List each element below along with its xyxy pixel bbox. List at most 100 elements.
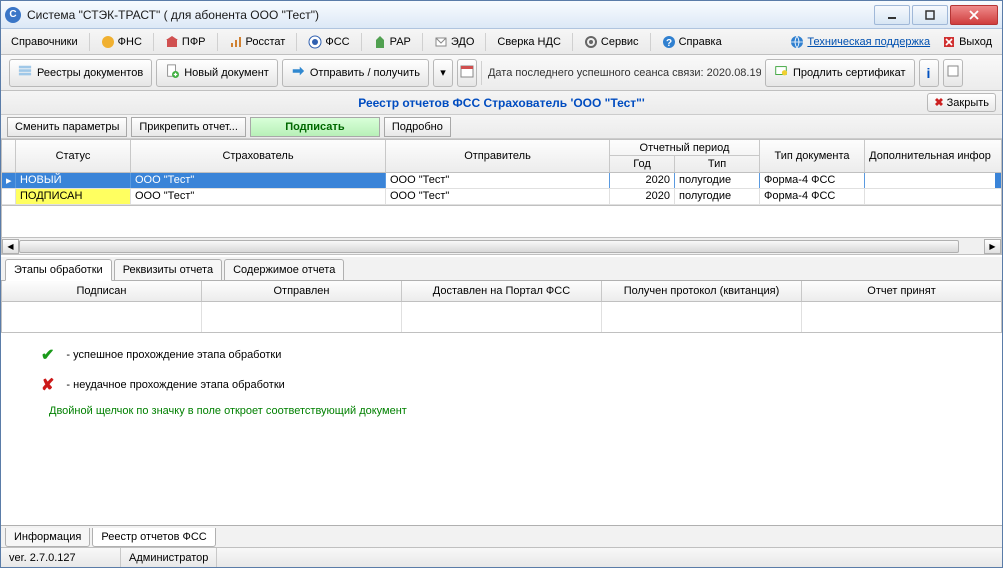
cell-doc: Форма-4 ФСС [760, 189, 865, 204]
new-doc-button[interactable]: Новый документ [156, 59, 278, 87]
info-button[interactable]: i [919, 59, 939, 87]
x-icon: ✘ [41, 375, 54, 395]
fss-icon [308, 35, 322, 49]
registry-button[interactable]: Реестры документов [9, 59, 152, 87]
prolong-cert-button[interactable]: Продлить сертификат [765, 59, 915, 87]
new-doc-icon [165, 64, 179, 81]
maximize-button[interactable] [912, 5, 948, 25]
options-button[interactable] [943, 59, 963, 87]
app-icon: C [5, 7, 21, 23]
cell-otpr: ООО "Тест" [386, 189, 610, 204]
cell-doc: Форма-4 ФСС [760, 173, 865, 188]
menu-tech-support[interactable]: Техническая поддержка [786, 33, 934, 51]
menu-pfr[interactable]: ПФР [161, 33, 210, 51]
rar-icon [373, 35, 387, 49]
col-strahovatel[interactable]: Страхователь [131, 140, 386, 172]
scroll-right-button[interactable]: ▶ [984, 239, 1001, 254]
last-session-info: Дата последнего успешного сеанса связи: … [481, 61, 761, 85]
send-receive-button[interactable]: Отправить / получить [282, 59, 429, 87]
window-close-button[interactable] [950, 5, 998, 25]
stage-cell[interactable] [802, 302, 1001, 332]
tab-rekvizity[interactable]: Реквизиты отчета [114, 259, 222, 280]
scroll-left-button[interactable]: ◀ [2, 239, 19, 254]
cell-god: 2020 [610, 189, 675, 204]
options-icon [946, 64, 960, 81]
svg-text:?: ? [666, 38, 672, 49]
down-arrow-button[interactable]: ▾ [433, 59, 453, 87]
cell-otpr: ООО "Тест" [386, 173, 610, 188]
stage-cell[interactable] [402, 302, 602, 332]
certificate-icon [774, 64, 788, 81]
col-otpravitel[interactable]: Отправитель [386, 140, 610, 172]
col-dop[interactable]: Дополнительная инфор [865, 140, 995, 172]
globe-icon [790, 35, 804, 49]
close-page-button[interactable]: ✖Закрыть [927, 93, 996, 112]
tab-etapy[interactable]: Этапы обработки [5, 259, 112, 281]
stage-cell[interactable] [602, 302, 802, 332]
toolbar: Реестры документов Новый документ Отправ… [1, 55, 1002, 91]
bottom-tabs: Информация Реестр отчетов ФСС [1, 525, 1002, 547]
stage-col-dostavlen: Доставлен на Портал ФСС [402, 281, 602, 301]
change-params-button[interactable]: Сменить параметры [7, 117, 127, 137]
table-row[interactable]: ПОДПИСАН ООО "Тест" ООО "Тест" 2020 полу… [2, 189, 1001, 205]
col-tip-doc[interactable]: Тип документа [760, 140, 865, 172]
menu-fns[interactable]: ФНС [97, 33, 146, 51]
stage-cell[interactable] [2, 302, 202, 332]
legend: ✔- успешное прохождение этапа обработки … [1, 333, 1002, 429]
rosstat-icon [229, 35, 243, 49]
stages-grid: Подписан Отправлен Доставлен на Портал Ф… [1, 281, 1002, 333]
close-icon: ✖ [934, 96, 943, 109]
menu-rosstat[interactable]: Росстат [225, 33, 290, 51]
menu-fss[interactable]: ФСС [304, 33, 353, 51]
stage-col-podpisan: Подписан [2, 281, 202, 301]
menu-servis[interactable]: Сервис [580, 33, 643, 51]
col-period[interactable]: Отчетный период [610, 140, 760, 156]
btab-registry[interactable]: Реестр отчетов ФСС [92, 528, 215, 547]
menu-edo[interactable]: ЭДО [430, 33, 479, 51]
table-row[interactable]: ▸ НОВЫЙ ООО "Тест" ООО "Тест" 2020 полуг… [2, 173, 1001, 189]
btab-info[interactable]: Информация [5, 528, 90, 547]
cell-tip: полугодие [675, 173, 760, 188]
menu-spravka[interactable]: ?Справка [658, 33, 726, 51]
menu-exit[interactable]: Выход [938, 33, 996, 51]
status-version: ver. 2.7.0.127 [1, 548, 121, 567]
grid-empty-area [1, 206, 1002, 238]
check-icon: ✔ [41, 345, 54, 365]
cell-status: НОВЫЙ [16, 173, 131, 188]
gear-icon [584, 35, 598, 49]
details-button[interactable]: Подробно [384, 117, 451, 137]
titlebar: C Система "СТЭК-ТРАСТ" ( для абонента ОО… [1, 1, 1002, 29]
calendar-button[interactable] [457, 59, 477, 87]
cell-god: 2020 [610, 173, 675, 188]
col-status[interactable]: Статус [16, 140, 131, 172]
cell-dop [865, 173, 995, 188]
sync-icon [291, 64, 305, 81]
actions-row: Сменить параметры Прикрепить отчет... По… [1, 115, 1002, 139]
list-icon [18, 64, 32, 81]
info-icon: i [927, 65, 931, 81]
scroll-thumb[interactable] [19, 240, 959, 253]
down-arrow-icon: ▾ [440, 66, 446, 79]
window-title: Система "СТЭК-ТРАСТ" ( для абонента ООО … [27, 8, 874, 22]
fns-icon [101, 35, 115, 49]
col-god[interactable]: Год [610, 156, 675, 172]
col-tip[interactable]: Тип [675, 156, 760, 172]
stage-col-otpravlen: Отправлен [202, 281, 402, 301]
cell-strah: ООО "Тест" [131, 173, 386, 188]
stage-cell[interactable] [202, 302, 402, 332]
menu-rar[interactable]: РАР [369, 33, 415, 51]
cell-strah: ООО "Тест" [131, 189, 386, 204]
status-user: Администратор [121, 548, 217, 567]
horizontal-scrollbar[interactable]: ◀ ▶ [1, 238, 1002, 255]
menu-spravochniki[interactable]: Справочники [7, 34, 82, 50]
tab-soderzhimoe[interactable]: Содержимое отчета [224, 259, 344, 280]
minimize-button[interactable] [874, 5, 910, 25]
menubar: Справочники ФНС ПФР Росстат ФСС РАР ЭДО … [1, 29, 1002, 55]
menu-sverka-nds[interactable]: Сверка НДС [493, 34, 564, 50]
page-title: Реестр отчетов ФСС Страхователь 'ООО "Те… [358, 96, 644, 110]
col-indicator [2, 140, 16, 172]
sign-button[interactable]: Подписать [250, 117, 380, 137]
attach-report-button[interactable]: Прикрепить отчет... [131, 117, 246, 137]
hint-text: Двойной щелчок по значку в поле откроет … [49, 405, 962, 417]
edo-icon [434, 35, 448, 49]
